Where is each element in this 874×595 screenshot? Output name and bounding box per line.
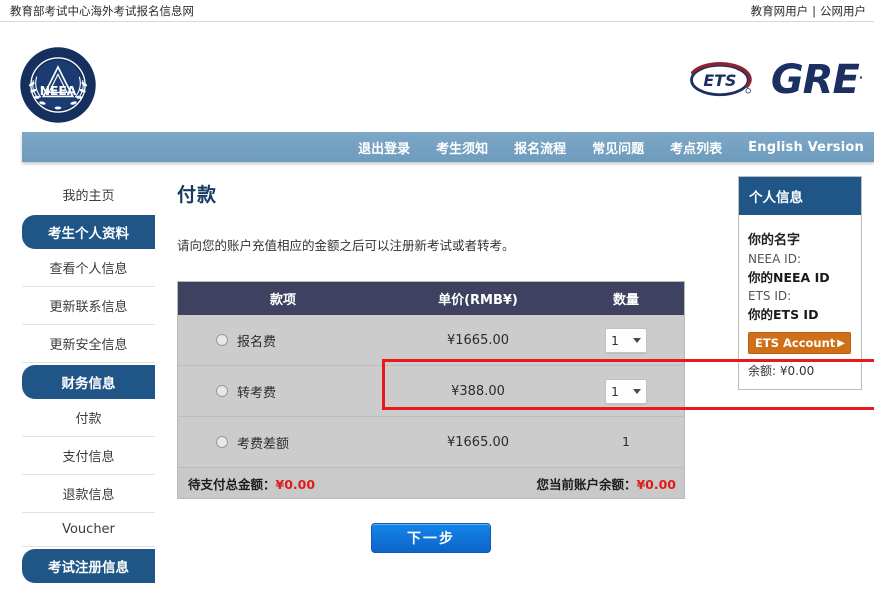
table-row[interactable]: 考费差额 ¥1665.00 1 xyxy=(178,417,684,468)
right-column: 个人信息 你的名字 NEEA ID: 你的NEEA ID ETS ID: 你的E… xyxy=(738,176,874,595)
personal-info-panel: 个人信息 你的名字 NEEA ID: 你的NEEA ID ETS ID: 你的E… xyxy=(738,176,862,390)
quantity-value: 1 xyxy=(622,434,630,449)
nav-item-process[interactable]: 报名流程 xyxy=(514,138,566,157)
quantity-value: 1 xyxy=(611,332,619,348)
brand-logos: ETS GRE. xyxy=(687,57,863,103)
fee-qty-cell: 1 xyxy=(568,434,684,450)
fee-qty-cell: 1 xyxy=(568,327,684,353)
chevron-down-icon xyxy=(633,337,641,343)
ets-logo-icon: ETS xyxy=(689,62,752,97)
neea-id-value: 你的NEEA ID xyxy=(748,270,830,285)
sidebar-header-financial-info[interactable]: 财务信息 xyxy=(22,365,155,399)
edu-network-user-link[interactable]: 教育网用户 xyxy=(751,3,809,19)
gre-registered-mark: . xyxy=(858,68,863,82)
account-balance-display: 余额: ¥0.00 xyxy=(748,364,815,378)
chevron-down-icon xyxy=(633,388,641,394)
account-balance-group: 您当前账户余额：¥0.00 xyxy=(536,474,676,493)
nav-item-english-version[interactable]: English Version xyxy=(748,140,864,155)
logo-band: NEEA ETS GRE. xyxy=(0,22,874,132)
nav-item-logout[interactable]: 退出登录 xyxy=(358,138,410,157)
table-row[interactable]: 转考费 ¥388.00 1 xyxy=(178,366,684,417)
ets-account-label: ETS Account xyxy=(755,336,836,350)
table-row[interactable]: 报名费 ¥1665.00 1 xyxy=(178,315,684,366)
nav-wrapper: 退出登录 考生须知 报名流程 常见问题 考点列表 English Version xyxy=(0,132,874,162)
user-name: 你的名字 xyxy=(748,233,801,248)
personal-info-panel-body: 你的名字 NEEA ID: 你的NEEA ID ETS ID: 你的ETS ID… xyxy=(739,215,861,389)
public-network-user-link[interactable]: 公网用户 xyxy=(820,3,866,19)
ets-id-value: 你的ETS ID xyxy=(748,307,819,322)
main-navigation: 退出登录 考生须知 报名流程 常见问题 考点列表 English Version xyxy=(22,132,874,162)
fee-price-value: ¥1665.00 xyxy=(446,332,510,348)
next-step-button[interactable]: 下一步 xyxy=(371,523,491,553)
gre-label: GRE xyxy=(770,57,860,103)
gre-wordmark: GRE. xyxy=(770,57,863,103)
fee-qty-cell: 1 xyxy=(568,378,684,404)
nav-item-faq[interactable]: 常见问题 xyxy=(592,138,644,157)
fee-name-label: 考费差额 xyxy=(237,436,290,452)
fee-price-value: ¥388.00 xyxy=(451,383,505,399)
site-title: 教育部考试中心海外考试报名信息网 xyxy=(10,3,194,18)
account-balance-label: 您当前账户余额： xyxy=(536,476,637,492)
sidebar-item-voucher[interactable]: Voucher xyxy=(22,513,155,547)
arrow-right-icon: ▶ xyxy=(837,337,845,349)
fee-name-label: 转考费 xyxy=(237,385,277,401)
fee-table-footer: 待支付总金额：¥0.00 您当前账户余额：¥0.00 xyxy=(178,468,684,498)
page-body: 我的主页 考生个人资料 查看个人信息 更新联系信息 更新安全信息 财务信息 付款… xyxy=(0,162,874,595)
sidebar-item-payment[interactable]: 付款 xyxy=(22,399,155,437)
neea-id-label: NEEA ID: xyxy=(748,252,801,266)
quantity-value: 1 xyxy=(611,383,619,399)
fee-table-body: 报名费 ¥1665.00 1 转考费 ¥388.00 1 考费差额 ¥1665.… xyxy=(178,315,874,468)
sidebar-header-personal-info[interactable]: 考生个人资料 xyxy=(22,215,155,249)
quantity-select-registration-fee[interactable]: 1 xyxy=(605,327,647,353)
sidebar-item-view-personal-info[interactable]: 查看个人信息 xyxy=(22,249,155,287)
nav-item-notice[interactable]: 考生须知 xyxy=(436,138,488,157)
total-due-value: ¥0.00 xyxy=(275,476,316,492)
fee-name-label: 报名费 xyxy=(237,334,277,350)
total-due-group: 待支付总金额：¥0.00 xyxy=(188,474,315,493)
fee-row-item-cell: 考费差额 xyxy=(178,433,388,452)
quantity-select-transfer-fee[interactable]: 1 xyxy=(605,378,647,404)
account-balance-value: ¥0.00 xyxy=(636,476,676,492)
radio-button-registration-fee[interactable] xyxy=(216,334,228,346)
user-type-links: 教育网用户 | 公网用户 xyxy=(751,3,866,19)
next-button-wrapper: 下一步 xyxy=(177,523,685,553)
column-header-quantity: 数量 xyxy=(612,293,639,308)
ets-account-button[interactable]: ETS Account ▶ xyxy=(748,332,851,354)
sidebar-item-update-contact-info[interactable]: 更新联系信息 xyxy=(22,287,155,325)
radio-button-transfer-fee[interactable] xyxy=(216,385,228,397)
page-description: 请向您的账户充值相应的金额之后可以注册新考试或者转考。 xyxy=(177,238,515,253)
sidebar: 我的主页 考生个人资料 查看个人信息 更新联系信息 更新安全信息 财务信息 付款… xyxy=(0,176,155,595)
svg-text:ETS: ETS xyxy=(703,71,736,90)
sidebar-header-exam-registration[interactable]: 考试注册信息 xyxy=(22,549,155,583)
radio-button-fee-difference[interactable] xyxy=(216,436,228,448)
sidebar-item-refund-info[interactable]: 退款信息 xyxy=(22,475,155,513)
fee-table-header-row: 款项 单价(RMB¥) 数量 xyxy=(178,282,684,315)
nav-item-test-centers[interactable]: 考点列表 xyxy=(670,138,722,157)
fee-row-item-cell: 转考费 xyxy=(178,382,388,401)
personal-info-panel-title: 个人信息 xyxy=(739,177,861,215)
top-utility-bar: 教育部考试中心海外考试报名信息网 教育网用户 | 公网用户 xyxy=(0,0,874,22)
sidebar-item-my-home[interactable]: 我的主页 xyxy=(22,176,155,213)
sidebar-item-payment-info[interactable]: 支付信息 xyxy=(22,437,155,475)
column-header-item: 款项 xyxy=(269,293,296,308)
svg-text:NEEA: NEEA xyxy=(40,84,77,98)
main-content: 付款 请向您的账户充值相应的金额之后可以注册新考试或者转考。 款项 单价(RMB… xyxy=(155,176,874,595)
total-due-label: 待支付总金额： xyxy=(188,476,276,492)
ets-id-label: ETS ID: xyxy=(748,289,792,303)
fee-price-value: ¥1665.00 xyxy=(446,434,510,450)
fee-table: 款项 单价(RMB¥) 数量 报名费 ¥1665.00 1 转考费 ¥388.0… xyxy=(177,281,874,499)
column-header-price: 单价(RMB¥) xyxy=(438,293,518,308)
neea-logo-icon: NEEA xyxy=(20,47,96,123)
sidebar-item-seat-query[interactable]: 考位查询 xyxy=(22,583,155,595)
page-title: 付款 xyxy=(177,184,218,206)
fee-row-item-cell: 报名费 xyxy=(178,331,388,350)
sidebar-item-update-security-info[interactable]: 更新安全信息 xyxy=(22,325,155,363)
user-type-separator: | xyxy=(812,3,816,18)
